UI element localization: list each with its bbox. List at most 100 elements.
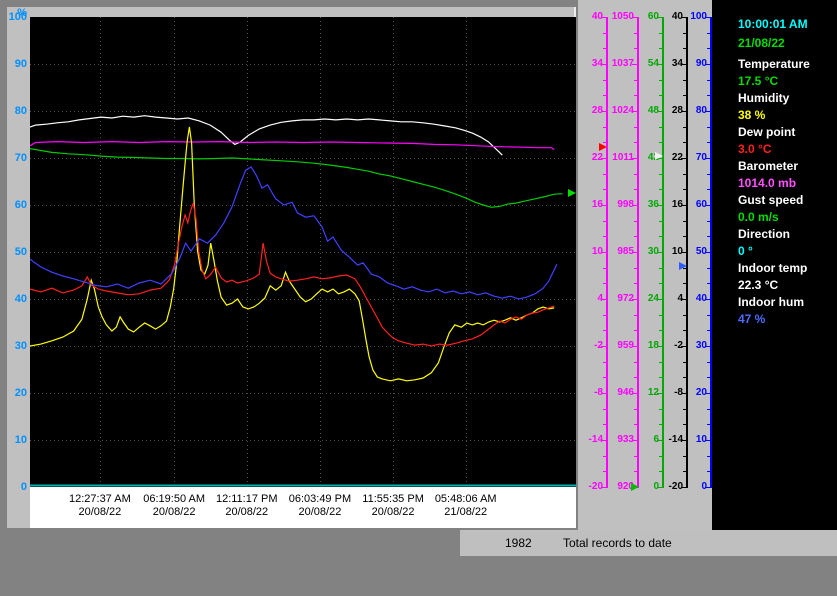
scale-major-tick [657, 17, 662, 18]
reading-value: 47 % [738, 312, 766, 326]
scale-major-tick [681, 64, 686, 65]
temperature-scale-tick-label: -2 [594, 340, 603, 351]
barometer-scale-tick-label: 1024 [611, 105, 634, 116]
scale-minor-tick [603, 126, 606, 128]
reading-value: 0.0 m/s [738, 210, 779, 224]
scale-major-tick [681, 299, 686, 300]
scale-minor-tick [634, 48, 637, 50]
y-tick-label: 80 [14, 105, 27, 117]
readings-list: Temperature 17.5 °C Humidity 38 % Dew point 3… [738, 57, 837, 329]
scale-minor-tick [603, 32, 606, 34]
scale-minor-tick [683, 236, 686, 238]
barometer-scale-tick-label: 946 [617, 387, 634, 398]
scale-minor-tick [707, 95, 710, 97]
scale-major-tick [601, 393, 606, 394]
scale-minor-tick [634, 267, 637, 269]
scale-minor-tick [707, 361, 710, 363]
scale-major-tick [705, 440, 710, 441]
scale-minor-tick [603, 267, 606, 269]
scale-minor-tick [603, 79, 606, 81]
scale-minor-tick [603, 408, 606, 410]
scale-major-tick [681, 252, 686, 253]
temperature-scale-2-pointer-icon [655, 151, 663, 160]
trace-indoor-humidity [30, 166, 558, 300]
scale-minor-tick [659, 142, 662, 144]
trace-dew-point [30, 202, 555, 347]
temperature-scale-tick-label: 10 [591, 246, 603, 257]
readings-panel: 10:00:01 AM 21/08/22 Temperature 17.5 °C H… [712, 0, 837, 530]
scale-minor-tick [603, 471, 606, 473]
scale-minor-tick [634, 189, 637, 191]
temperature-scale-tick-label: 28 [591, 105, 603, 116]
temperature-scale-tick-label: 40 [591, 11, 603, 22]
scale-minor-tick [603, 455, 606, 457]
scale-major-tick [601, 487, 606, 488]
temperature-pointer-icon [568, 189, 576, 198]
scale-minor-tick [707, 48, 710, 50]
scale-major-tick [705, 299, 710, 300]
scale-major-tick [681, 393, 686, 394]
scale-minor-tick [634, 173, 637, 175]
scale-minor-tick [683, 79, 686, 81]
scale-minor-tick [659, 48, 662, 50]
scale-minor-tick [603, 314, 606, 316]
scale-minor-tick [659, 408, 662, 410]
scale-minor-tick [659, 330, 662, 332]
scale-minor-tick [707, 126, 710, 128]
reading-label: Indoor hum [738, 295, 804, 309]
scale-minor-tick [659, 471, 662, 473]
scale-major-tick [705, 64, 710, 65]
scale-minor-tick [634, 314, 637, 316]
temperature-scale-tick-label: -20 [588, 481, 603, 492]
scale-major-tick [632, 111, 637, 112]
scale-minor-tick [707, 79, 710, 81]
temperature-scale-tick-label: 4 [580, 294, 603, 304]
scale-major-tick [657, 393, 662, 394]
temperature-scale-tick-label: 34 [591, 58, 603, 69]
scale-major-tick [601, 64, 606, 65]
scale-minor-tick [683, 408, 686, 410]
temperature-scale-tick-label: 22 [591, 152, 603, 163]
reading-value: 1014.0 mb [738, 176, 797, 190]
scale-minor-tick [683, 314, 686, 316]
scale-minor-tick [603, 220, 606, 222]
barometer-scale-pointer-icon [599, 143, 607, 152]
scale-minor-tick [707, 455, 710, 457]
scale-minor-tick [634, 236, 637, 238]
scale-minor-tick [634, 95, 637, 97]
scale-minor-tick [603, 48, 606, 50]
scale-major-tick [705, 393, 710, 394]
scale-minor-tick [707, 142, 710, 144]
scale-minor-tick [659, 455, 662, 457]
scale-major-tick [705, 158, 710, 159]
y-tick-label: 40 [14, 293, 27, 305]
scale-minor-tick [603, 95, 606, 97]
scale-minor-tick [603, 189, 606, 191]
clock: 10:00:01 AM [738, 17, 808, 31]
history-graph [30, 17, 576, 487]
scale-minor-tick [659, 361, 662, 363]
scale-minor-tick [634, 455, 637, 457]
scale-major-tick [705, 111, 710, 112]
temperature-scale-tick-label: -8 [594, 387, 603, 398]
scale-major-tick [601, 346, 606, 347]
scale-major-tick [601, 252, 606, 253]
scale-minor-tick [683, 189, 686, 191]
scale-major-tick [657, 205, 662, 206]
scale-minor-tick [659, 377, 662, 379]
scale-minor-tick [634, 330, 637, 332]
scale-minor-tick [603, 361, 606, 363]
scale-minor-tick [707, 173, 710, 175]
scale-minor-tick [707, 32, 710, 34]
barometer-scale-tick-label: 972 [617, 293, 634, 304]
reading-label: Indoor temp [738, 261, 808, 275]
plot-area[interactable] [30, 17, 576, 487]
scale-major-tick [601, 299, 606, 300]
scale-minor-tick [707, 408, 710, 410]
current-date: 21/08/22 [738, 36, 785, 50]
reading-label: Gust speed [738, 193, 804, 207]
y-tick-label: 70 [14, 152, 27, 164]
scale-minor-tick [707, 377, 710, 379]
scale-major-tick [681, 346, 686, 347]
scale-major-tick [632, 299, 637, 300]
